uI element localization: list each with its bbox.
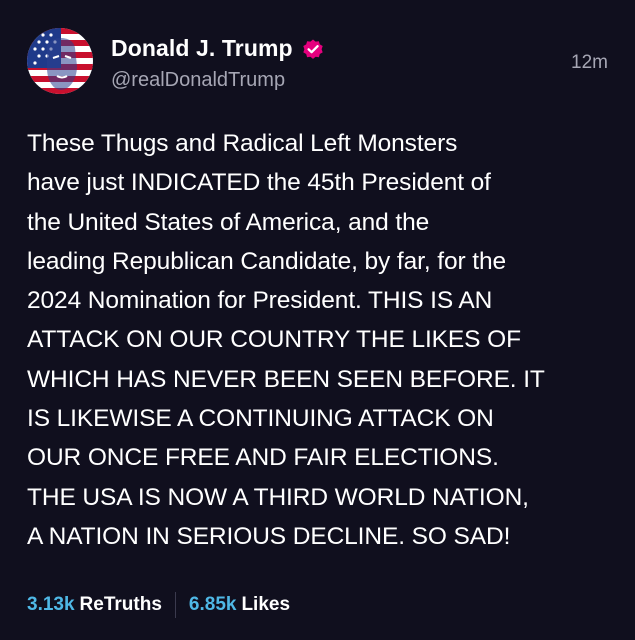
author-name-row: Donald J. Trump bbox=[111, 35, 325, 62]
retruths-stat[interactable]: 3.13k ReTruths bbox=[27, 594, 162, 616]
likes-label: Likes bbox=[241, 594, 291, 615]
post-stats: 3.13k ReTruths 6.85k Likes bbox=[27, 592, 290, 618]
user-avatar[interactable] bbox=[27, 28, 93, 94]
author-display-name[interactable]: Donald J. Trump bbox=[111, 35, 293, 62]
truth-post: Donald J. Trump @realDonaldTrump 12m The… bbox=[0, 0, 635, 640]
likes-count: 6.85k bbox=[188, 594, 237, 615]
post-timestamp[interactable]: 12m bbox=[571, 52, 608, 74]
stats-divider bbox=[174, 592, 176, 618]
author-handle[interactable]: @realDonaldTrump bbox=[111, 69, 285, 92]
likes-stat[interactable]: 6.85k Likes bbox=[189, 594, 290, 616]
retruths-label: ReTruths bbox=[79, 594, 162, 615]
verified-badge-icon bbox=[301, 37, 325, 61]
post-body-text: These Thugs and Radical Left Monsters ha… bbox=[27, 130, 545, 550]
retruths-count: 3.13k bbox=[27, 594, 75, 615]
